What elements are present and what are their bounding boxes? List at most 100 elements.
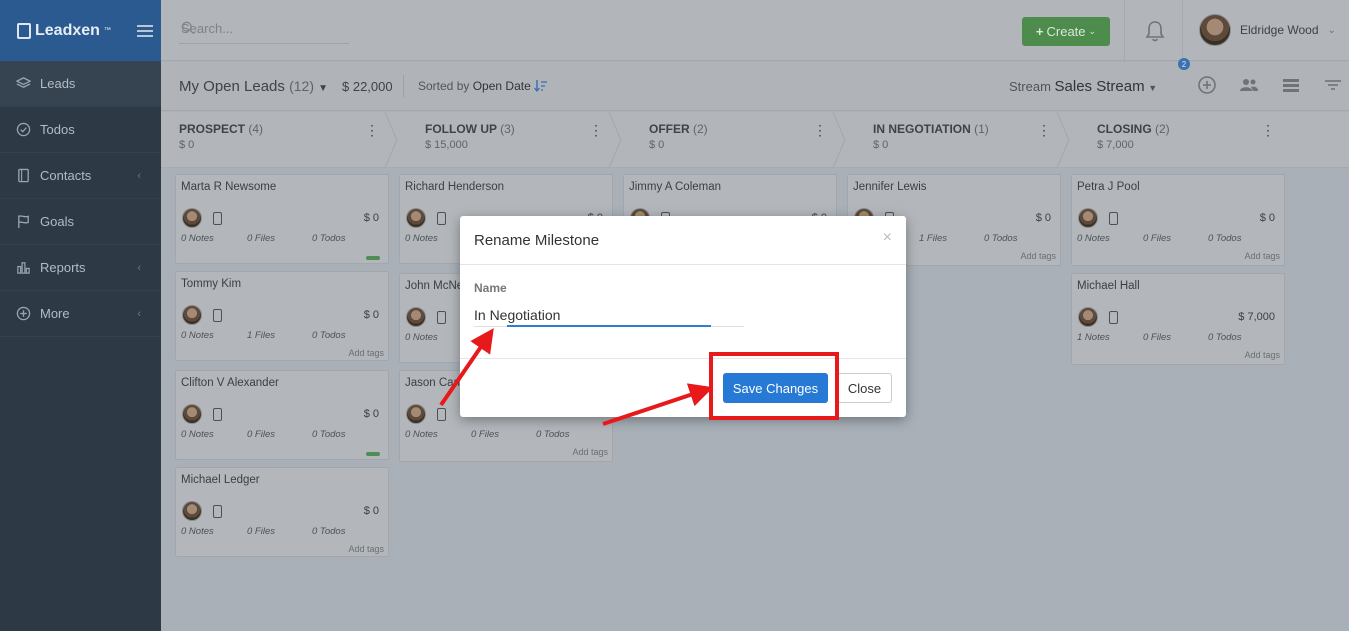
notes-count[interactable]: 0 Notes [181,429,214,440]
todos-count[interactable]: 0 Todos [312,526,345,537]
files-count[interactable]: 0 Files [1143,332,1171,343]
notes-count[interactable]: 0 Notes [181,526,214,537]
lead-name[interactable]: Marta R Newsome [181,181,276,193]
sidebar-item-reports[interactable]: Reports ‹ [0,245,161,291]
milestone-name-input[interactable] [474,303,744,327]
phone-icon[interactable] [1109,311,1118,324]
lead-name[interactable]: Michael Ledger [181,474,260,486]
notes-count[interactable]: 0 Notes [1077,233,1110,244]
lead-card[interactable]: Petra J Pool $ 0 0 Notes 0 Files 0 Todos Add … [1071,174,1285,266]
files-count[interactable]: 1 Files [919,233,947,244]
todos-count[interactable]: 0 Todos [984,233,1017,244]
avatar [1078,307,1098,327]
search-input[interactable]: Search... [179,14,349,44]
sidebar-item-contacts[interactable]: Contacts ‹ [0,153,161,199]
lead-name[interactable]: Clifton V Alexander [181,377,279,389]
add-tags-link[interactable]: Add tags [348,544,384,554]
notes-count[interactable]: 0 Notes [181,330,214,341]
lead-name[interactable]: Richard Henderson [405,181,504,193]
notes-count[interactable]: 0 Notes [405,429,438,440]
close-icon[interactable]: × [883,229,892,247]
files-count[interactable]: 1 Files [247,330,275,341]
topbar-divider [1182,0,1183,61]
stream-selector[interactable]: Stream Sales Stream ▼ [1009,78,1157,95]
lead-value: $ 0 [363,505,379,517]
add-tags-link[interactable]: Add tags [1244,350,1280,360]
files-count[interactable]: 0 Files [247,429,275,440]
lead-card[interactable]: Marta R Newsome $ 0 0 Notes 0 Files 0 Todos [175,174,389,264]
more-vertical-icon[interactable]: ⋮ [813,122,827,139]
save-changes-button[interactable]: Save Changes [723,373,828,403]
close-button[interactable]: Close [837,373,892,403]
phone-icon[interactable] [213,505,222,518]
search-icon[interactable] [181,21,347,38]
bell-icon[interactable] [1144,19,1166,46]
sidebar-item-leads[interactable]: Leads [0,61,161,107]
more-vertical-icon[interactable]: ⋮ [589,122,603,139]
stage-prospect[interactable]: PROSPECT (4) $ 0 ⋮ [161,112,398,168]
notes-count[interactable]: 0 Notes [181,233,214,244]
create-button[interactable]: + Create ⌄ [1022,17,1110,46]
more-vertical-icon[interactable]: ⋮ [1037,122,1051,139]
phone-icon[interactable] [437,408,446,421]
files-count[interactable]: 0 Files [471,429,499,440]
lead-value: $ 0 [1259,212,1275,224]
sidebar-item-more[interactable]: More ‹ [0,291,161,337]
notes-count[interactable]: 0 Notes [405,233,438,244]
todos-count[interactable]: 0 Todos [1208,233,1241,244]
notes-count[interactable]: 0 Notes [405,332,438,343]
lead-value: $ 0 [1035,212,1051,224]
lead-card[interactable]: Clifton V Alexander $ 0 0 Notes 0 Files 0 To… [175,370,389,460]
phone-icon[interactable] [437,311,446,324]
phone-icon[interactable] [213,408,222,421]
list-view-icon[interactable] [1281,75,1301,98]
add-tags-link[interactable]: Add tags [1020,251,1056,261]
sidebar-item-todos[interactable]: Todos [0,107,161,153]
todos-count[interactable]: 0 Todos [312,429,345,440]
lead-name[interactable]: Jason Carr [405,377,461,389]
lead-card[interactable]: Michael Ledger $ 0 0 Notes 0 Files 0 Todos Ad… [175,467,389,557]
files-count[interactable]: 0 Files [247,526,275,537]
filter-icon[interactable] [1323,75,1343,98]
hamburger-menu-icon[interactable] [136,24,153,37]
lead-card[interactable]: Michael Hall $ 7,000 1 Notes 0 Files 0 Todos… [1071,273,1285,365]
add-tags-link[interactable]: Add tags [572,447,608,457]
stage-follow-up[interactable]: FOLLOW UP (3) $ 15,000 ⋮ [385,112,622,168]
phone-icon[interactable] [437,212,446,225]
todos-count[interactable]: 0 Todos [312,233,345,244]
lead-name[interactable]: Tommy Kim [181,278,241,290]
stream-prefix: Stream [1009,79,1051,94]
stage-closing[interactable]: CLOSING (2) $ 7,000 ⋮ [1057,112,1281,168]
files-count[interactable]: 0 Files [247,233,275,244]
stage-in-negotiation[interactable]: IN NEGOTIATION (1) $ 0 ⋮ [833,112,1070,168]
lead-name[interactable]: John McNe [405,280,463,292]
stage-offer[interactable]: OFFER (2) $ 0 ⋮ [609,112,846,168]
user-menu[interactable]: Eldridge Wood ⌄ [1199,14,1336,46]
more-vertical-icon[interactable]: ⋮ [365,122,379,139]
phone-icon[interactable] [1109,212,1118,225]
more-vertical-icon[interactable]: ⋮ [1261,122,1275,139]
todos-count[interactable]: 0 Todos [1208,332,1241,343]
users-icon[interactable] [1239,75,1259,98]
phone-icon[interactable] [213,212,222,225]
lead-name[interactable]: Petra J Pool [1077,181,1140,193]
add-tags-link[interactable]: Add tags [348,348,384,358]
rename-milestone-modal: Rename Milestone × Name Save Changes Clo… [460,216,906,417]
page-title[interactable]: My Open Leads (12) ▼ [179,78,328,95]
sidebar-item-goals[interactable]: Goals [0,199,161,245]
lead-card[interactable]: Tommy Kim $ 0 0 Notes 1 Files 0 Todos Add tag… [175,271,389,361]
caret-down-icon: ▼ [1148,83,1158,93]
files-count[interactable]: 0 Files [1143,233,1171,244]
add-lead-icon[interactable] [1197,75,1217,98]
add-tags-link[interactable]: Add tags [1244,251,1280,261]
sort-control[interactable]: Sorted by Open Date [418,79,548,93]
lead-name[interactable]: Michael Hall [1077,280,1140,292]
todos-count[interactable]: 0 Todos [536,429,569,440]
phone-icon[interactable] [213,309,222,322]
sort-icon [534,79,548,93]
todos-count[interactable]: 0 Todos [312,330,345,341]
brand-logo[interactable]: Leadxen ™ [17,22,111,40]
notes-count[interactable]: 1 Notes [1077,332,1110,343]
lead-name[interactable]: Jennifer Lewis [853,181,927,193]
lead-name[interactable]: Jimmy A Coleman [629,181,721,193]
